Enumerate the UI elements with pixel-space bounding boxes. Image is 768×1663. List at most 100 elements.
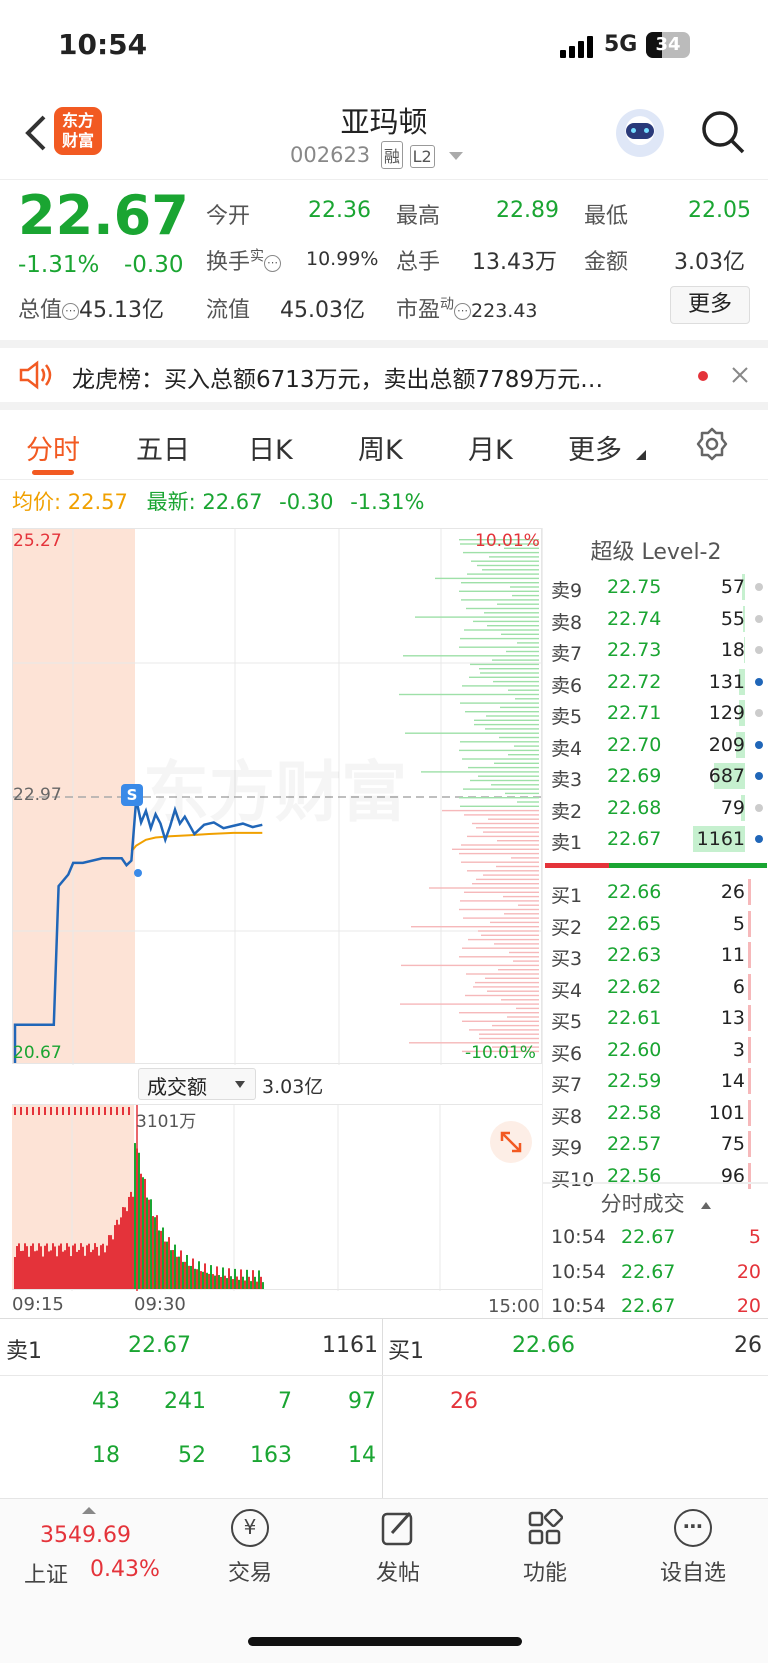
- settings-gear-icon[interactable]: [694, 426, 730, 462]
- depth-bar: [506, 650, 539, 653]
- s-badge-icon[interactable]: S: [121, 784, 143, 806]
- tick-price: 22.67: [621, 1295, 676, 1317]
- level2-buy-row[interactable]: 买1 22.66 26: [543, 877, 768, 908]
- depth-bar: [467, 835, 539, 838]
- tab-add-watchlist-label: 设自选: [659, 1561, 726, 1586]
- mktcap-value: 45.13亿: [79, 298, 164, 323]
- tab-intraday[interactable]: 分时: [26, 428, 80, 467]
- tick-row: 10:54 22.67 20: [543, 1257, 768, 1288]
- volume-bar: [110, 1107, 112, 1115]
- volume-bar: [234, 1268, 236, 1289]
- index-name[interactable]: 上证: [24, 1557, 68, 1589]
- longhubang-banner[interactable]: 龙虎榜：买入总额6713万元，卖出总额7789万元…: [0, 340, 768, 410]
- tab-function[interactable]: 功能: [490, 1507, 600, 1587]
- depth-bar: [415, 616, 539, 618]
- tab-trade[interactable]: ¥ 交易: [195, 1509, 305, 1587]
- level2-sell-row[interactable]: 卖7 22.73 18: [543, 635, 768, 666]
- level2-sell-row[interactable]: 卖9 22.75 57: [543, 572, 768, 603]
- volume-chart[interactable]: 3101万: [12, 1104, 542, 1291]
- queue-sell-label: 卖1: [6, 1339, 42, 1364]
- level2-buy-price: 22.59: [607, 1070, 662, 1092]
- level2-sell-row[interactable]: 卖8 22.74 55: [543, 604, 768, 635]
- tab-add-watchlist[interactable]: ⋯ 设自选: [638, 1509, 748, 1587]
- level2-sell-row[interactable]: 卖6 22.72 131: [543, 667, 768, 698]
- level2-sell-label: 卖6: [551, 674, 583, 697]
- volume-bar: [188, 1265, 190, 1289]
- volume-bar: [64, 1250, 66, 1289]
- level2-buy-row[interactable]: 买8 22.58 101: [543, 1098, 768, 1129]
- level2-buy-row[interactable]: 买7 22.59 14: [543, 1066, 768, 1097]
- level2-dot-icon: [755, 709, 763, 717]
- depth-bar: [518, 904, 539, 906]
- volume-bar: [62, 1107, 64, 1115]
- level2-buy-row[interactable]: 买2 22.65 5: [543, 909, 768, 940]
- tab-5day[interactable]: 五日: [136, 428, 190, 467]
- level2-sell-volume: 1161: [696, 828, 745, 850]
- longhubang-text: 龙虎榜：买入总额6713万元，卖出总额7789万元…: [72, 367, 604, 393]
- tab-more-caret-icon: [636, 450, 646, 460]
- level2-sell-row[interactable]: 卖1 22.67 1161: [543, 824, 768, 855]
- level2-sell-row[interactable]: 卖2 22.68 79: [543, 793, 768, 824]
- queue-sell-order: 163: [250, 1443, 292, 1468]
- info-circle-icon[interactable]: ⋯: [264, 254, 282, 272]
- info-circle-icon[interactable]: ⋯: [62, 302, 80, 320]
- level2-sell-row[interactable]: 卖4 22.70 209: [543, 730, 768, 761]
- level2-buy-row[interactable]: 买4 22.62 6: [543, 972, 768, 1003]
- float-label: 流值: [206, 298, 251, 323]
- queue-sell-order: 97: [348, 1389, 376, 1414]
- volume-bar: [206, 1272, 208, 1289]
- more-button[interactable]: 更多: [670, 286, 750, 324]
- volume-type-select[interactable]: 成交额: [138, 1068, 256, 1100]
- depth-bar: [403, 655, 539, 657]
- tab-day-k[interactable]: 日K: [248, 428, 293, 467]
- index-expand-caret-icon[interactable]: [82, 1507, 96, 1514]
- volume-bar: [68, 1107, 70, 1115]
- queue-sell-order: 241: [164, 1389, 206, 1414]
- level2-sell-row[interactable]: 卖3 22.69 687: [543, 761, 768, 792]
- status-bar: 10:54 5G 34: [0, 0, 768, 95]
- ticks-header[interactable]: 分时成交: [543, 1188, 768, 1218]
- search-icon[interactable]: [700, 109, 746, 155]
- index-change[interactable]: 0.43%: [90, 1557, 160, 1582]
- tab-month-k[interactable]: 月K: [468, 428, 513, 467]
- depth-bar: [470, 779, 539, 782]
- stock-code: 002623: [290, 143, 371, 167]
- depth-bar: [468, 766, 539, 769]
- depth-bar: [515, 698, 539, 700]
- volume-bar: [92, 1107, 94, 1115]
- index-value[interactable]: 3549.69: [40, 1523, 131, 1548]
- expand-icon[interactable]: [490, 1121, 532, 1163]
- level2-buy-row[interactable]: 买9 22.57 75: [543, 1129, 768, 1160]
- level2-buy-row[interactable]: 买5 22.61 13: [543, 1003, 768, 1034]
- y-axis-top: 25.27: [13, 531, 62, 551]
- volume-bar: [26, 1246, 28, 1289]
- level2-sell-row[interactable]: 卖5 22.71 129: [543, 698, 768, 729]
- depth-bar: [463, 551, 539, 554]
- depth-bar: [467, 870, 539, 872]
- queue-sell-price: 22.67: [128, 1333, 191, 1358]
- volume-bar: [88, 1243, 90, 1289]
- level2-buy-row[interactable]: 买6 22.60 3: [543, 1035, 768, 1066]
- depth-bar: [492, 659, 539, 661]
- depth-bar: [464, 891, 539, 893]
- close-icon[interactable]: [730, 365, 750, 385]
- level2-buy-label: 买8: [551, 1105, 583, 1128]
- level2-buy-row[interactable]: 买3 22.63 11: [543, 940, 768, 971]
- volume-bar: [202, 1271, 204, 1289]
- tab-more[interactable]: 更多: [568, 428, 622, 467]
- depth-bar: [461, 844, 539, 846]
- tab-post[interactable]: 发帖: [343, 1509, 453, 1587]
- intraday-chart[interactable]: S 东方财富 25.27 22.97 20.67 10.01% -10.01%: [12, 528, 543, 1065]
- robot-avatar-icon[interactable]: [616, 109, 664, 157]
- volume-bar: [224, 1275, 226, 1289]
- volume-bar: [142, 1177, 144, 1289]
- network-label: 5G: [604, 32, 638, 57]
- stock-code-row[interactable]: 002623 融 L2: [290, 141, 464, 169]
- level2-buy-row[interactable]: 买10 22.56 96: [543, 1161, 768, 1192]
- tab-week-k[interactable]: 周K: [358, 428, 403, 467]
- volume-bar: [104, 1107, 106, 1115]
- depth-bar: [494, 762, 539, 764]
- volume-bar: [100, 1245, 102, 1289]
- volume-bar: [226, 1278, 228, 1289]
- info-circle-icon[interactable]: ⋯: [454, 302, 472, 320]
